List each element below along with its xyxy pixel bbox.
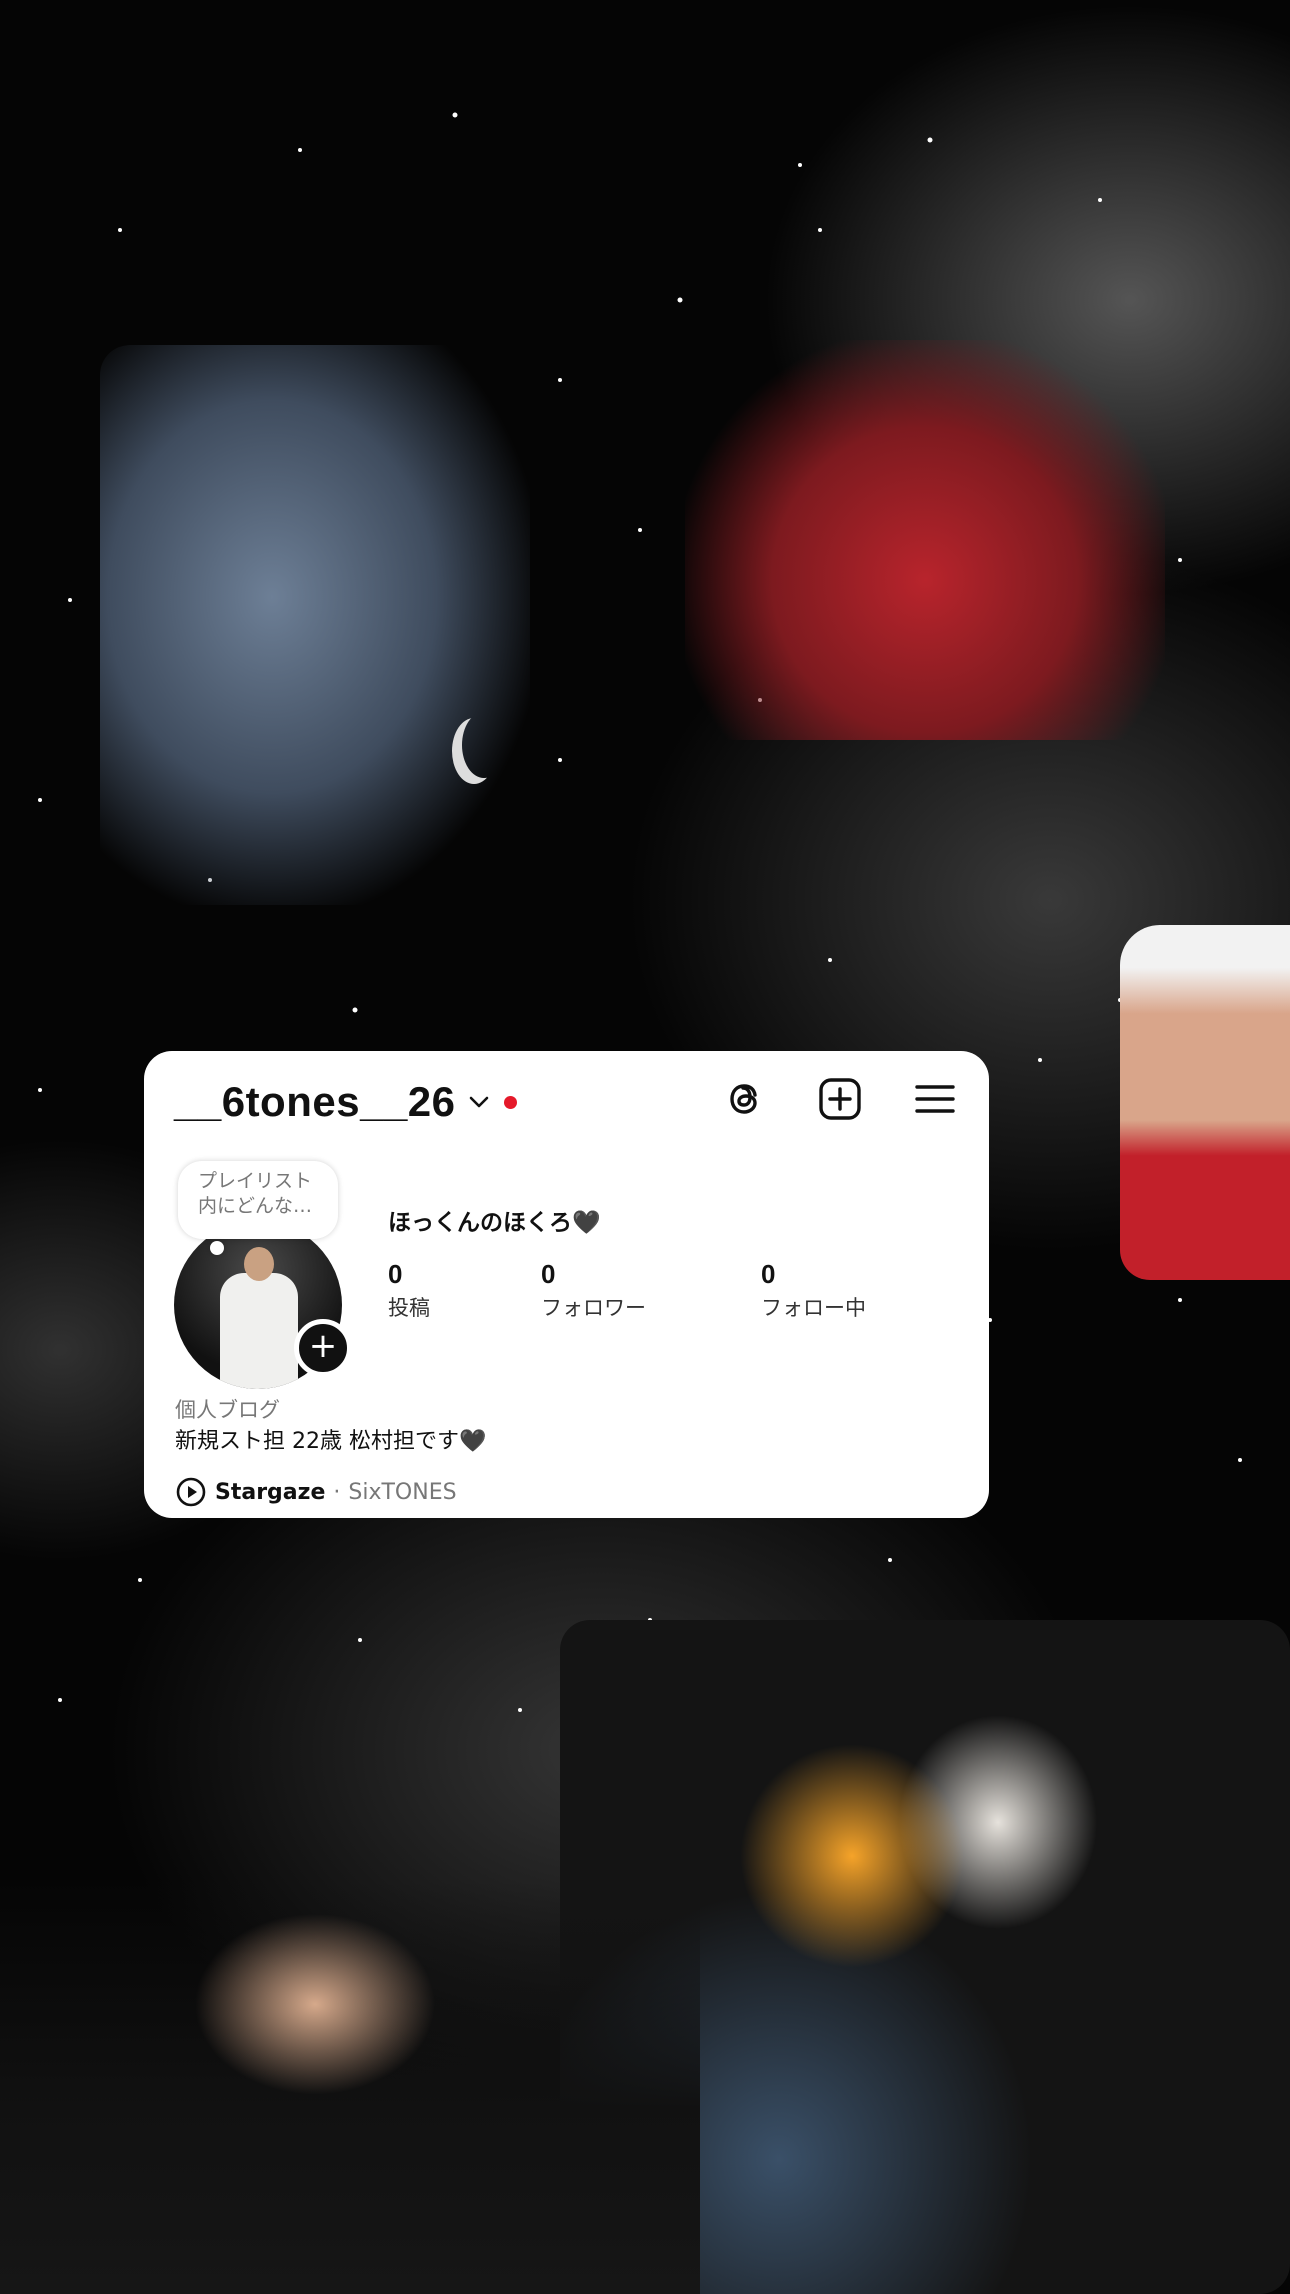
music-separator: · xyxy=(333,1479,341,1505)
stat-following[interactable]: 0 フォロー中 xyxy=(761,1259,866,1322)
santa-photo xyxy=(1120,925,1290,1280)
group-photo-denim xyxy=(100,345,530,905)
profile-bio: 新規スト担 22歳 松村担です🖤 xyxy=(175,1429,487,1454)
crescent-moon xyxy=(462,712,506,778)
username[interactable]: __6tones__26 xyxy=(174,1078,456,1126)
posts-count: 0 xyxy=(388,1259,403,1289)
profile-card: __6tones__26 プレイリスト 内にどんな… + ほっくんのほくろ🖤 0… xyxy=(144,1051,989,1518)
following-count: 0 xyxy=(761,1259,776,1289)
note-bubble-tail xyxy=(210,1241,224,1255)
followers-label: フォロワー xyxy=(541,1296,646,1320)
note-line-1: プレイリスト xyxy=(198,1170,313,1192)
avatar-figure-body xyxy=(220,1273,298,1389)
posts-label: 投稿 xyxy=(388,1296,430,1320)
threads-icon[interactable] xyxy=(721,1075,769,1123)
hamburger-menu-icon[interactable] xyxy=(911,1075,959,1123)
play-circle-icon[interactable] xyxy=(175,1476,207,1508)
chevron-down-icon[interactable] xyxy=(468,1091,490,1113)
profile-toolbar xyxy=(721,1075,959,1123)
display-name: ほっくんのほくろ🖤 xyxy=(388,1210,601,1236)
add-story-button[interactable]: + xyxy=(294,1319,352,1377)
music-title: Stargaze xyxy=(215,1479,326,1505)
music-artist: SixTONES xyxy=(348,1479,457,1505)
note-line-2: 内にどんな… xyxy=(198,1195,313,1217)
stat-followers[interactable]: 0 フォロワー xyxy=(541,1259,646,1322)
plus-square-icon[interactable] xyxy=(816,1075,864,1123)
braided-hair-photo xyxy=(0,1880,700,2294)
followers-count: 0 xyxy=(541,1259,556,1289)
stat-posts[interactable]: 0 投稿 xyxy=(388,1259,430,1322)
note-bubble[interactable]: プレイリスト 内にどんな… xyxy=(178,1161,338,1239)
group-photo-red-outfits xyxy=(685,340,1165,740)
notification-dot xyxy=(503,1095,517,1109)
profile-category: 個人ブログ xyxy=(175,1398,280,1422)
username-switcher[interactable]: __6tones__26 xyxy=(174,1077,517,1127)
profile-music[interactable]: Stargaze · SixTONES xyxy=(175,1476,457,1508)
avatar-figure-head xyxy=(244,1247,274,1281)
following-label: フォロー中 xyxy=(761,1296,866,1320)
